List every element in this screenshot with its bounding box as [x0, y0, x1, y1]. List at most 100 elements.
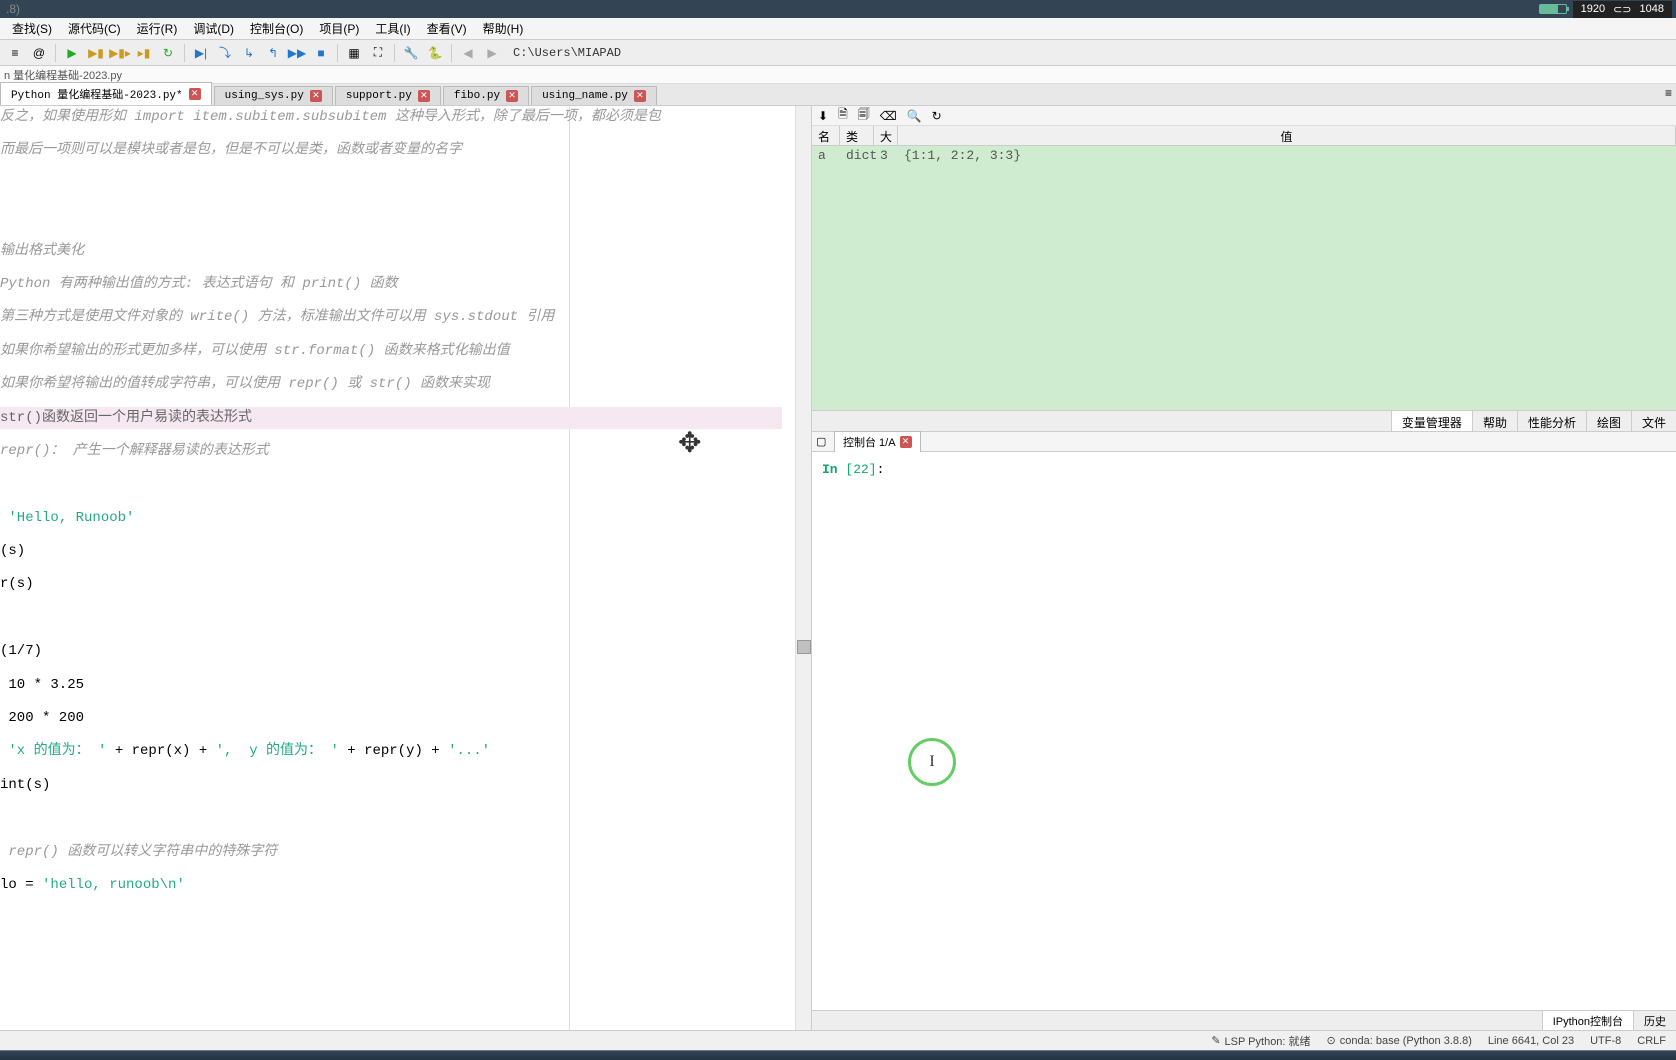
col-name[interactable]: 名称 — [812, 126, 840, 145]
back-icon[interactable]: ◀ — [457, 42, 479, 64]
tab-fibo[interactable]: fibo.py ✕ — [443, 86, 529, 105]
status-lsp[interactable]: ✎LSP Python: 就绪 — [1211, 1033, 1310, 1049]
close-icon[interactable]: ✕ — [900, 436, 912, 448]
editor-scrollbar[interactable] — [795, 106, 811, 1030]
text-cursor-indicator: I — [908, 738, 956, 786]
tab-using-name[interactable]: using_name.py ✕ — [531, 86, 657, 105]
toolbar: ≡ @ ▶ ▶▮ ▶▮▸ ▸▮ ↻ ▶| ⤵ ↳ ↰ ▶▶ ■ ▦ ⛶ 🔧 🐍 … — [0, 40, 1676, 66]
refresh-icon[interactable]: ↻ — [932, 109, 942, 123]
tab-help[interactable]: 帮助 — [1472, 411, 1517, 431]
at-icon[interactable]: @ — [28, 42, 50, 64]
editor-pane: 反之，如果使用形如 import item.subitem.subsubitem… — [0, 106, 812, 1030]
breadcrumb: n 量化编程基础-2023.py — [0, 66, 1676, 84]
tab-using-sys[interactable]: using_sys.py ✕ — [214, 86, 333, 105]
tab-plots[interactable]: 绘图 — [1586, 411, 1631, 431]
move-cursor-icon: ✥ — [678, 424, 701, 469]
menu-debug[interactable]: 调试(D) — [185, 18, 242, 39]
link-icon: ⊂⊃ — [1613, 3, 1631, 16]
python-path-icon[interactable]: 🐍 — [424, 42, 446, 64]
search-icon[interactable]: 🔍 — [907, 109, 922, 123]
run-cell-advance-icon[interactable]: ▶▮▸ — [109, 42, 131, 64]
console-options-icon[interactable]: ▢ — [816, 435, 830, 449]
menu-source[interactable]: 源代码(C) — [60, 18, 129, 39]
scrollbar-thumb[interactable] — [797, 640, 811, 654]
col-size[interactable]: 大小 — [874, 126, 898, 145]
tab-ipython[interactable]: IPython控制台 — [1542, 1011, 1633, 1030]
menu-find[interactable]: 查找(S) — [4, 18, 60, 39]
tab-menu-icon[interactable]: ≡ — [1665, 86, 1672, 100]
stop-icon[interactable]: ■ — [310, 42, 332, 64]
menu-tools[interactable]: 工具(I) — [367, 18, 418, 39]
save-icon[interactable]: 🗎 — [838, 105, 848, 126]
prompt-colon: : — [877, 462, 885, 477]
run-selection-icon[interactable]: ▸▮ — [133, 42, 155, 64]
outline-icon[interactable]: ≡ — [4, 42, 26, 64]
statusbar: ✎LSP Python: 就绪 ⊙conda: base (Python 3.8… — [0, 1030, 1676, 1050]
console-tab-label: 控制台 1/A — [843, 434, 896, 450]
cell-type: dict — [840, 148, 874, 163]
fullscreen-icon[interactable]: ⛶ — [367, 42, 389, 64]
titlebar-text: .8) — [6, 2, 20, 16]
clear-icon[interactable]: ⌫ — [880, 109, 897, 123]
menu-help[interactable]: 帮助(H) — [475, 18, 532, 39]
titlebar: .8) 1920 ⊂⊃ 1048 — [0, 0, 1676, 18]
menu-view[interactable]: 查看(V) — [419, 18, 475, 39]
cell-value: {1:1, 2:2, 3:3} — [898, 148, 1676, 163]
table-row[interactable]: a dict 3 {1:1, 2:2, 3:3} — [812, 146, 1676, 165]
editor-tabs: Python 量化编程基础-2023.py* ✕ using_sys.py ✕ … — [0, 84, 1676, 106]
save-as-icon[interactable]: 🗐 — [858, 105, 870, 126]
tab-profiler[interactable]: 性能分析 — [1517, 411, 1586, 431]
status-position[interactable]: Line 6641, Col 23 — [1488, 1035, 1574, 1047]
tab-support[interactable]: support.py ✕ — [335, 86, 441, 105]
status-encoding[interactable]: UTF-8 — [1590, 1035, 1621, 1047]
res-w: 1920 — [1581, 3, 1605, 15]
close-icon[interactable]: ✕ — [506, 90, 518, 102]
var-table-body: a dict 3 {1:1, 2:2, 3:3} — [812, 146, 1676, 410]
menu-console[interactable]: 控制台(O) — [242, 18, 311, 39]
close-icon[interactable]: ✕ — [634, 90, 646, 102]
code-editor[interactable]: 反之，如果使用形如 import item.subitem.subsubitem… — [0, 106, 811, 1030]
col-type[interactable]: 类型 — [840, 126, 874, 145]
working-dir[interactable]: C:\Users\MIAPAD — [513, 46, 621, 60]
close-icon[interactable]: ✕ — [189, 88, 201, 100]
step-into-icon[interactable]: ↳ — [238, 42, 260, 64]
prompt-in: In — [822, 462, 845, 477]
ipython-console[interactable]: In [22]: I — [812, 452, 1676, 1010]
tab-label: using_name.py — [542, 90, 628, 102]
close-icon[interactable]: ✕ — [418, 90, 430, 102]
col-value[interactable]: 值 — [898, 126, 1676, 145]
forward-icon[interactable]: ▶ — [481, 42, 503, 64]
tab-history[interactable]: 历史 — [1633, 1011, 1676, 1030]
tab-main[interactable]: Python 量化编程基础-2023.py* ✕ — [0, 82, 212, 105]
tab-label: using_sys.py — [225, 90, 304, 102]
debug-step-icon[interactable]: ▶| — [190, 42, 212, 64]
console-tabs: ▢ 控制台 1/A ✕ — [812, 432, 1676, 452]
status-eol[interactable]: CRLF — [1637, 1035, 1666, 1047]
run-cell-icon[interactable]: ▶▮ — [85, 42, 107, 64]
menubar: 查找(S) 源代码(C) 运行(R) 调试(D) 控制台(O) 项目(P) 工具… — [0, 18, 1676, 40]
tab-variables[interactable]: 变量管理器 — [1391, 411, 1472, 431]
var-table-header: 名称 类型 大小 值 — [812, 126, 1676, 146]
var-toolbar: ⬇ 🗎 🗐 ⌫ 🔍 ↻ — [812, 106, 1676, 126]
tab-label: fibo.py — [454, 90, 500, 102]
close-icon[interactable]: ✕ — [310, 90, 322, 102]
breadcrumb-text: n 量化编程基础-2023.py — [4, 67, 122, 83]
tab-files[interactable]: 文件 — [1631, 411, 1676, 431]
step-out-icon[interactable]: ↰ — [262, 42, 284, 64]
menu-project[interactable]: 项目(P) — [311, 18, 367, 39]
import-icon[interactable]: ⬇ — [818, 109, 828, 123]
settings-icon[interactable]: 🔧 — [400, 42, 422, 64]
pencil-icon: ✎ — [1211, 1034, 1220, 1047]
continue-icon[interactable]: ▶▶ — [286, 42, 308, 64]
menu-run[interactable]: 运行(R) — [129, 18, 186, 39]
right-pane-tabs: 变量管理器 帮助 性能分析 绘图 文件 — [812, 410, 1676, 432]
console-tab[interactable]: 控制台 1/A ✕ — [834, 431, 921, 453]
rerun-icon[interactable]: ↻ — [157, 42, 179, 64]
resolution-badge: 1920 ⊂⊃ 1048 — [1573, 1, 1672, 18]
run-icon[interactable]: ▶ — [61, 42, 83, 64]
tab-label: support.py — [346, 90, 412, 102]
status-conda[interactable]: ⊙conda: base (Python 3.8.8) — [1327, 1034, 1472, 1047]
battery-icon — [1539, 4, 1567, 14]
step-over-icon[interactable]: ⤵ — [214, 42, 236, 64]
layout-icon[interactable]: ▦ — [343, 42, 365, 64]
